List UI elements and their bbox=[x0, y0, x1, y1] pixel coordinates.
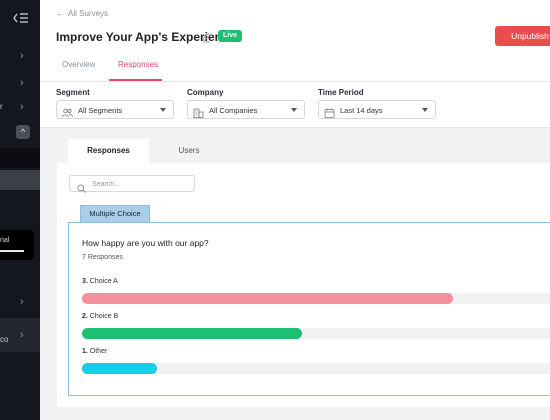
question-type-tab[interactable]: Multiple Choice bbox=[80, 205, 150, 222]
choice-name: Other bbox=[89, 348, 108, 355]
company-select[interactable]: All Companies bbox=[187, 100, 305, 119]
search-input[interactable] bbox=[92, 178, 190, 190]
time-period-label: Time Period bbox=[318, 88, 364, 97]
chevron-right-icon[interactable]: › bbox=[20, 50, 24, 62]
question-title: How happy are you with our app? bbox=[82, 238, 209, 248]
choice-rank: 1. bbox=[82, 348, 88, 355]
sidebar-item-label: r bbox=[0, 102, 3, 111]
choice-bar[interactable] bbox=[82, 328, 303, 339]
choice-bar-track bbox=[82, 363, 550, 374]
status-badge: Live bbox=[218, 30, 243, 42]
trial-label: rial bbox=[0, 237, 10, 244]
arrow-left-icon: ← bbox=[56, 9, 64, 18]
caret-down-icon bbox=[422, 108, 428, 112]
subtab-users[interactable]: Users bbox=[149, 139, 229, 163]
unpublish-button[interactable]: Unpublish bbox=[495, 26, 550, 46]
choice-bar-track bbox=[82, 293, 550, 304]
users-icon bbox=[62, 105, 73, 118]
question-card: How happy are you with our app? 7 Respon… bbox=[68, 222, 550, 396]
chevron-right-icon[interactable]: › bbox=[20, 77, 24, 89]
chevron-up-icon[interactable]: ^ bbox=[16, 125, 30, 139]
search-icon bbox=[77, 180, 86, 193]
back-link-label: All Surveys bbox=[68, 9, 109, 18]
choice-label: 3. Choice A bbox=[82, 278, 118, 285]
sidebar-account[interactable]: co › bbox=[0, 318, 40, 352]
time-period-value: Last 14 days bbox=[340, 106, 383, 115]
sidebar: › › r › ^ rial › co › bbox=[0, 0, 40, 420]
trial-progress bbox=[0, 250, 24, 252]
segment-label: Segment bbox=[56, 88, 90, 97]
sidebar-item[interactable] bbox=[0, 148, 40, 168]
account-label: co bbox=[0, 335, 9, 344]
back-link[interactable]: ← All Surveys bbox=[56, 9, 108, 18]
choice-bar[interactable] bbox=[82, 363, 158, 374]
segment-value: All Segments bbox=[78, 106, 123, 115]
search-box[interactable] bbox=[69, 175, 195, 193]
response-count: 7 Responses bbox=[82, 254, 123, 261]
caret-down-icon bbox=[160, 108, 166, 112]
choice-rank: 2. bbox=[82, 313, 88, 320]
choice-bar-track bbox=[82, 328, 550, 339]
filter-bar: Segment All Segments Company All Compani… bbox=[40, 82, 550, 128]
choice-label: 1. Other bbox=[82, 348, 107, 355]
company-value: All Companies bbox=[209, 106, 258, 115]
choice-name: Choice B bbox=[89, 313, 119, 320]
active-tab-indicator bbox=[109, 79, 162, 81]
chevron-right-icon[interactable]: › bbox=[20, 296, 24, 308]
subtab-bar: Responses Users bbox=[57, 139, 550, 163]
time-period-select[interactable]: Last 14 days bbox=[318, 100, 436, 119]
calendar-icon bbox=[324, 105, 335, 118]
trial-indicator[interactable]: rial bbox=[0, 230, 34, 260]
chevron-right-icon[interactable]: › bbox=[20, 101, 24, 113]
company-label: Company bbox=[187, 88, 224, 97]
sidebar-item-active[interactable] bbox=[0, 170, 40, 190]
choice-name: Choice A bbox=[89, 278, 118, 285]
page-header: ← All Surveys Improve Your App's Experien… bbox=[40, 0, 550, 82]
building-icon bbox=[193, 105, 204, 118]
subtab-responses[interactable]: Responses bbox=[68, 139, 149, 163]
tab-overview[interactable]: Overview bbox=[62, 60, 95, 69]
chevron-right-icon[interactable]: › bbox=[20, 329, 24, 341]
caret-down-icon bbox=[291, 108, 297, 112]
collapse-sidebar-icon[interactable] bbox=[12, 10, 30, 26]
choice-label: 2. Choice B bbox=[82, 313, 118, 320]
pencil-icon[interactable] bbox=[201, 30, 212, 43]
segment-select[interactable]: All Segments bbox=[56, 100, 174, 119]
choice-rank: 3. bbox=[82, 278, 88, 285]
responses-panel: Responses Users Multiple Choice How happ… bbox=[57, 139, 550, 407]
tab-responses[interactable]: Responses bbox=[118, 60, 158, 69]
choice-bar[interactable] bbox=[82, 293, 453, 304]
